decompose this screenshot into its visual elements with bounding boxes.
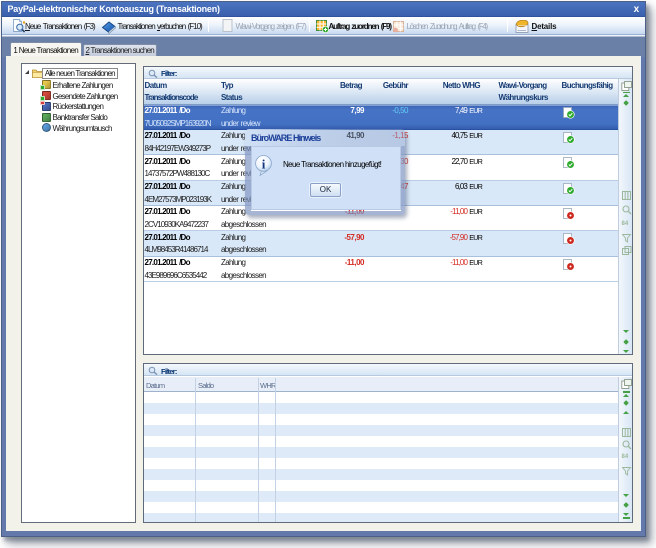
svg-text:i: i xyxy=(262,156,266,171)
